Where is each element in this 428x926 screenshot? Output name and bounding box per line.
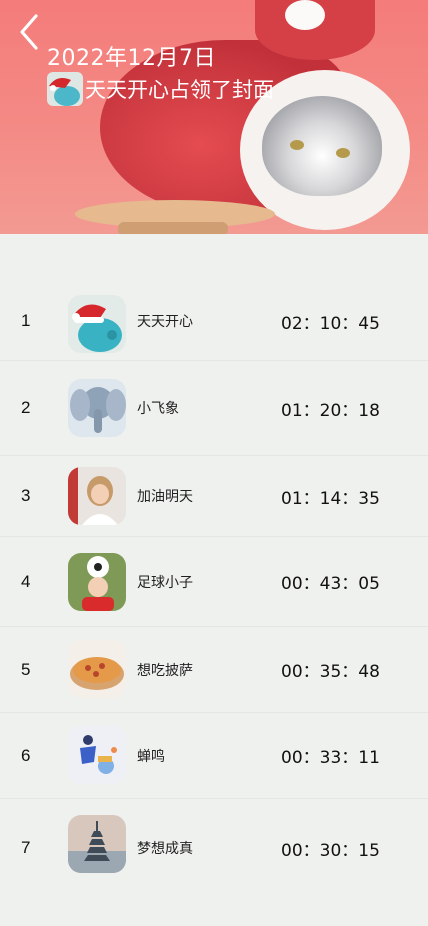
ranking-row[interactable]: 4 足球小子 00：43：05 (0, 537, 428, 627)
rank-number: 6 (21, 745, 31, 765)
user-name: 小飞象 (137, 401, 179, 417)
soccer-boy-avatar (68, 553, 126, 611)
elephant-avatar (68, 379, 126, 437)
girl-avatar (68, 467, 126, 525)
duration: 01：14：35 (281, 488, 380, 509)
user-name: 天天开心 (137, 314, 193, 330)
duration: 00：30：15 (281, 840, 380, 861)
user-name: 蝉鸣 (137, 748, 165, 765)
ranking-row[interactable]: 2 小飞象 01：20：18 (0, 361, 428, 456)
rank-number: 5 (21, 659, 31, 679)
cover-photo-cat (262, 96, 382, 196)
ranking-row[interactable]: 7 梦想成真 00：30：15 (0, 799, 428, 897)
pizza-avatar (68, 640, 126, 698)
user-name: 加油明天 (137, 489, 193, 505)
piggy-santa-avatar (68, 295, 126, 353)
cover-headline-text: 天天开心占领了封面 (85, 78, 274, 102)
ranking-row[interactable]: 1 天天开心 02：10：45 (0, 282, 428, 361)
back-button[interactable] (14, 12, 48, 52)
cat-eye (336, 148, 350, 158)
ranking-row[interactable]: 6 蝉鸣 00：33：11 (0, 713, 428, 799)
pagoda-avatar (68, 815, 126, 873)
illustration-avatar (68, 726, 126, 784)
cover-date: 2022年12月7日 (47, 46, 216, 71)
rank-number: 3 (21, 486, 31, 505)
user-name: 梦想成真 (137, 841, 193, 857)
ranking-row[interactable]: 5 想吃披萨 00：35：48 (0, 627, 428, 713)
ranking-list: 1 天天开心 02：10：45 2 小飞象 01：20：18 3 加油明天 01… (0, 282, 428, 897)
cover-headline: 天天开心占领了封面 (47, 72, 274, 106)
duration: 00：35：48 (281, 662, 380, 682)
rank-number: 1 (21, 311, 31, 330)
user-name: 足球小子 (137, 574, 193, 591)
user-name: 想吃披萨 (137, 662, 193, 679)
cover-photo-pompom (285, 0, 325, 30)
cat-eye (290, 140, 304, 150)
rank-number: 4 (21, 571, 31, 591)
cover-winner-avatar (47, 72, 83, 106)
rank-number: 2 (21, 398, 31, 417)
rank-number: 7 (21, 838, 31, 857)
duration: 00：43：05 (281, 574, 380, 594)
duration: 01：20：18 (281, 400, 380, 421)
cover-photo-stool-base (118, 222, 228, 234)
duration: 00：33：11 (281, 748, 380, 768)
chevron-left-icon (20, 14, 38, 50)
cover-header: 2022年12月7日 天天开心占领了封面 (0, 0, 428, 234)
duration: 02：10：45 (281, 313, 380, 334)
ranking-row[interactable]: 3 加油明天 01：14：35 (0, 456, 428, 537)
